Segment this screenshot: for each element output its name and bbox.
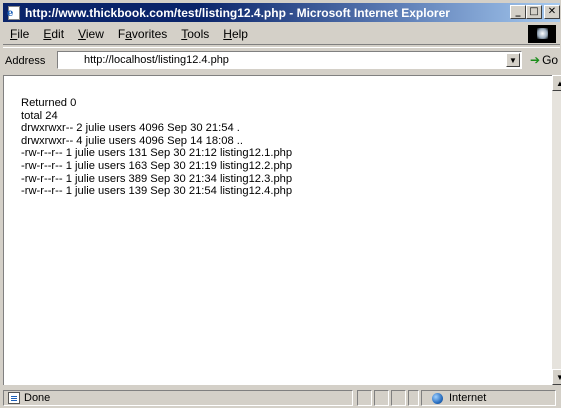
status-panel: [374, 390, 389, 406]
minimize-button[interactable]: _: [510, 5, 526, 19]
menu-bar: File Edit View Favorites Tools Help: [3, 25, 560, 43]
output-line: drwxrwxr-- 2 julie users 4096 Sep 30 21:…: [21, 122, 240, 135]
go-arrow-icon: ➔: [530, 53, 541, 67]
close-icon: ✕: [547, 6, 557, 17]
address-dropdown-button[interactable]: ▼: [506, 53, 520, 67]
address-input[interactable]: http://localhost/listing12.4.php ▼: [57, 51, 522, 69]
status-panel: [408, 390, 419, 406]
menu-help[interactable]: Help: [216, 27, 255, 41]
menu-file[interactable]: File: [3, 27, 36, 41]
status-panel: [391, 390, 406, 406]
maximize-icon: □: [529, 6, 539, 17]
throbber: [528, 25, 556, 43]
window-controls: _ □ ✕: [510, 5, 560, 19]
zone-label: Internet: [449, 392, 487, 404]
window-title: http://www.thickbook.com/test/listing12.…: [25, 5, 450, 20]
arrow-up-icon: ▲: [556, 79, 561, 88]
toolbar-separator: [3, 44, 560, 48]
scroll-down-button[interactable]: ▼: [552, 369, 561, 385]
status-text-panel: Done: [3, 390, 353, 406]
command-output: Returned 0 total 24 drwxrwxr-- 2 julie use…: [21, 97, 292, 198]
page-content: Returned 0 total 24 drwxrwxr-- 2 julie use…: [3, 75, 552, 385]
status-text: Done: [24, 392, 51, 404]
status-panel: [357, 390, 372, 406]
output-line: -rw-r--r-- 1 julie users 131 Sep 30 21:1…: [21, 147, 293, 160]
ie-page-icon: e: [6, 5, 21, 20]
menu-edit[interactable]: Edit: [36, 27, 71, 41]
page-icon: [8, 392, 20, 404]
output-line: drwxrwxr-- 4 julie users 4096 Sep 14 18:…: [21, 134, 243, 147]
output-line: -rw-r--r-- 1 julie users 389 Sep 30 21:3…: [21, 172, 293, 185]
title-bar[interactable]: e http://www.thickbook.com/test/listing1…: [3, 3, 560, 22]
output-line: Returned 0: [21, 97, 77, 109]
vertical-scrollbar[interactable]: ▲ ▼: [552, 75, 561, 385]
close-button[interactable]: ✕: [544, 5, 560, 19]
menu-view[interactable]: View: [71, 27, 111, 41]
globe-icon: [432, 392, 443, 404]
security-zone-panel: Internet: [421, 390, 556, 406]
chevron-down-icon: ▼: [509, 55, 517, 65]
status-bar: Done Internet: [3, 389, 560, 407]
menu-favorites[interactable]: Favorites: [111, 27, 174, 41]
address-bar: Address http://localhost/listing12.4.php…: [3, 50, 560, 72]
minimize-icon: _: [515, 6, 521, 17]
arrow-down-icon: ▼: [556, 373, 561, 382]
windows-logo-icon: [537, 28, 548, 39]
output-line: total 24: [21, 109, 58, 122]
output-line: -rw-r--r-- 1 julie users 139 Sep 30 21:5…: [21, 185, 293, 198]
address-url: http://localhost/listing12.4.php: [84, 54, 229, 66]
go-button[interactable]: ➔ Go: [530, 53, 558, 67]
maximize-button[interactable]: □: [526, 5, 542, 19]
browser-window: e http://www.thickbook.com/test/listing1…: [0, 0, 561, 408]
scroll-up-button[interactable]: ▲: [552, 75, 561, 91]
menu-tools[interactable]: Tools: [174, 27, 216, 41]
go-label: Go: [542, 53, 559, 67]
output-line: -rw-r--r-- 1 julie users 163 Sep 30 21:1…: [21, 159, 293, 172]
address-label: Address: [5, 55, 46, 67]
